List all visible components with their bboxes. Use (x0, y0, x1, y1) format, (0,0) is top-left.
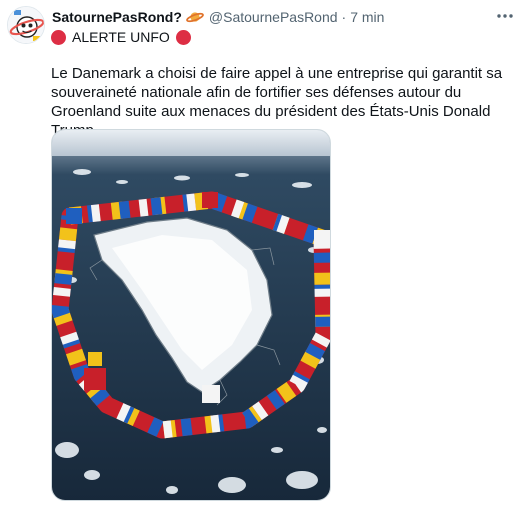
user-handle[interactable]: @SatournePasRond (209, 9, 338, 25)
display-name[interactable]: SatournePasRond? (52, 9, 182, 25)
red-circle-icon (175, 29, 191, 45)
tweet[interactable]: SatournePasRond? @SatournePasRond · 7 mi… (0, 0, 514, 511)
saturn-icon (186, 9, 204, 25)
alert-line: ALERTE UNFO (51, 27, 191, 47)
tweet-header: SatournePasRond? @SatournePasRond · 7 mi… (52, 8, 384, 26)
avatar[interactable] (7, 6, 45, 44)
red-circle-icon (51, 29, 66, 45)
tweet-image[interactable] (51, 129, 331, 501)
alert-label: ALERTE UNFO (72, 29, 170, 45)
separator-dot: · (341, 9, 347, 25)
more-icon[interactable] (494, 7, 514, 25)
timestamp[interactable]: 7 min (350, 9, 384, 25)
